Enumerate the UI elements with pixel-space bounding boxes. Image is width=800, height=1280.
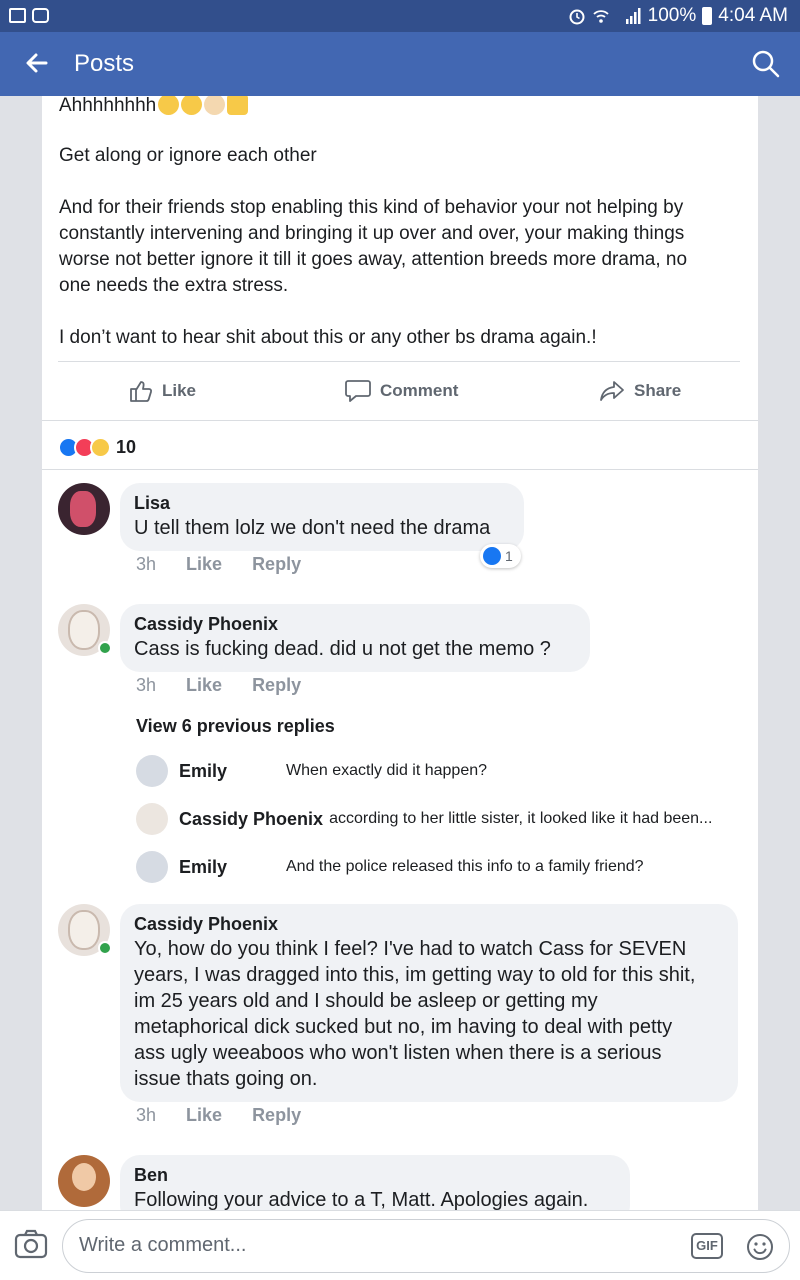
comment-reply-button[interactable]: Reply — [252, 1105, 301, 1126]
avatar-figure — [68, 910, 100, 950]
reply-text: And the police released this info to a f… — [286, 858, 644, 875]
comment-text-line: ass ugly weeaboos who won't listen when … — [134, 1042, 662, 1064]
comment-text-line: years, I was dragged into this, im getti… — [134, 964, 696, 986]
search-icon[interactable] — [750, 48, 782, 80]
status-left-icons — [9, 8, 49, 23]
gif-button[interactable]: GIF — [691, 1233, 723, 1259]
comment-text: Cass is fucking dead. did u not get the … — [134, 638, 551, 660]
comment-bubble[interactable]: Cassidy Phoenix Cass is fucking dead. di… — [120, 604, 590, 672]
avatar-figure — [68, 610, 100, 650]
comment-reply-button[interactable]: Reply — [252, 554, 301, 575]
comment-input[interactable]: Write a comment... GIF — [62, 1219, 790, 1273]
commenter-name[interactable]: Cassidy Phoenix — [134, 912, 724, 936]
post-card: Ahhhhhhhh Get along or ignore each other… — [42, 96, 758, 1210]
thumbs-up-icon — [130, 381, 153, 402]
reply-text: When exactly did it happen? — [286, 762, 488, 779]
top-nav-bar: Posts — [0, 32, 800, 96]
comment-text: Following your advice to a T, Matt. Apol… — [134, 1189, 589, 1210]
reply-text: according to her little sister, it looke… — [329, 810, 713, 827]
comment-like-button[interactable]: Like — [186, 675, 222, 696]
status-right: 100% 4:04 AM — [568, 5, 788, 27]
camera-icon[interactable] — [14, 1229, 48, 1259]
comment-text-line: issue thats going on. — [134, 1068, 318, 1090]
status-bar: 100% 4:04 AM — [0, 0, 800, 32]
avatar[interactable] — [136, 803, 168, 835]
divider — [42, 420, 758, 421]
relieved-face-emoji-icon — [181, 96, 203, 115]
comment-bubble[interactable]: Cassidy Phoenix Yo, how do you think I f… — [120, 904, 738, 1102]
comment-text: U tell them lolz we don't need the drama — [134, 517, 491, 539]
comment-placeholder: Write a comment... — [79, 1234, 247, 1256]
comment-composer: Write a comment... GIF — [0, 1210, 800, 1280]
back-arrow-icon[interactable] — [20, 46, 54, 80]
comment-time: 3h — [136, 554, 157, 574]
post-line: worse not better ignore it till it goes … — [59, 249, 688, 270]
avatar[interactable] — [136, 755, 168, 787]
reply-row[interactable]: Cassidy Phoenix according to her little … — [136, 802, 756, 836]
comment-text-line: Yo, how do you think I feel? I've had to… — [134, 938, 687, 960]
post-feed[interactable]: Ahhhhhhhh Get along or ignore each other… — [0, 96, 800, 1210]
clock: 4:04 AM — [718, 5, 788, 26]
signal-icon — [625, 8, 641, 24]
post-line: Get along or ignore each other — [59, 145, 317, 166]
wow-reaction-icon — [90, 437, 111, 458]
comment-reply-button[interactable]: Reply — [252, 675, 301, 696]
battery-icon — [702, 7, 713, 25]
comment-meta: 3h Like Reply — [136, 554, 301, 575]
emoji-picker-icon[interactable] — [745, 1232, 775, 1262]
page-title: Posts — [74, 50, 135, 77]
like-reaction-icon — [483, 547, 501, 565]
comment-bubble[interactable]: Lisa U tell them lolz we don't need the … — [120, 483, 524, 551]
avatar-figure — [70, 491, 96, 527]
wifi-icon — [593, 10, 609, 23]
reply-row[interactable]: Emily And the police released this info … — [136, 850, 756, 884]
commenter-name[interactable]: Cassidy Phoenix — [134, 612, 576, 636]
comment-like-button[interactable]: Like — [186, 1105, 222, 1126]
reply-author[interactable]: Emily — [179, 857, 286, 878]
post-line: one needs the extra stress. — [59, 275, 289, 296]
comment-meta: 3h Like Reply — [136, 675, 301, 696]
comment-like-button[interactable]: Like — [186, 554, 222, 575]
commenter-name[interactable]: Ben — [134, 1163, 616, 1187]
pointing-hand-emoji-icon — [227, 96, 249, 115]
reply-row[interactable]: Emily When exactly did it happen? — [136, 754, 756, 788]
comment-meta: 3h Like Reply — [136, 1105, 301, 1126]
comment-text-line: metaphorical dick sucked but no, im havi… — [134, 1016, 673, 1038]
divider — [42, 469, 758, 470]
comment-button[interactable]: Comment — [344, 378, 458, 404]
tired-face-emoji-icon — [158, 96, 180, 115]
comment-time: 3h — [136, 1105, 157, 1125]
reaction-count: 10 — [116, 437, 137, 457]
divider — [58, 361, 740, 362]
view-previous-replies-link[interactable]: View 6 previous replies — [136, 716, 335, 737]
avatar[interactable] — [58, 483, 110, 535]
post-line: Ahhhhhhhh — [59, 96, 739, 119]
alarm-icon — [569, 9, 585, 25]
comment-like-count[interactable]: 1 — [480, 544, 521, 568]
video-notification-icon — [32, 8, 49, 23]
share-icon — [600, 381, 624, 401]
battery-percent: 100% — [647, 5, 697, 26]
reply-author[interactable]: Emily — [179, 761, 286, 782]
comment-time: 3h — [136, 675, 157, 695]
like-button[interactable]: Like — [128, 378, 196, 404]
comment-bubble[interactable]: Ben Following your advice to a T, Matt. … — [120, 1155, 630, 1210]
online-indicator — [98, 641, 112, 655]
avatar[interactable] — [136, 851, 168, 883]
post-line: constantly intervening and bringing it u… — [59, 223, 685, 244]
gallery-notification-icon — [9, 8, 26, 23]
shocked-baby-emoji-icon — [204, 96, 226, 115]
comment-text-line: im 25 years old and I should be asleep o… — [134, 990, 598, 1012]
post-line: And for their friends stop enabling this… — [59, 197, 684, 218]
reaction-summary[interactable]: 10 — [58, 437, 136, 458]
avatar[interactable] — [58, 1155, 110, 1207]
comment-icon — [345, 380, 371, 402]
commenter-name[interactable]: Lisa — [134, 491, 510, 515]
post-line: I don’t want to hear shit about this or … — [59, 327, 597, 348]
avatar-figure — [72, 1163, 96, 1191]
reply-author[interactable]: Cassidy Phoenix — [179, 809, 323, 830]
online-indicator — [98, 941, 112, 955]
share-button[interactable]: Share — [598, 378, 681, 404]
